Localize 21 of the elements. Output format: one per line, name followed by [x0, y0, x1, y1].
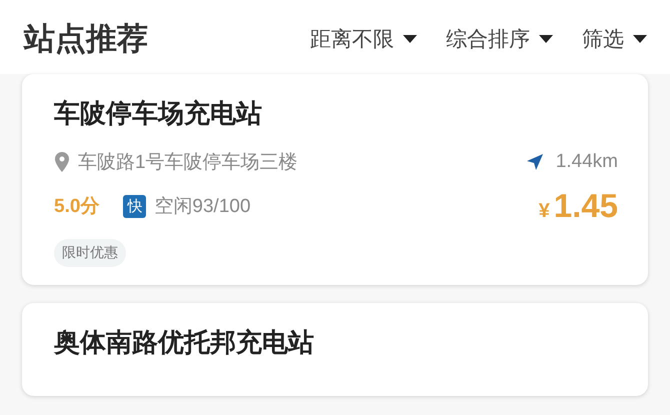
caret-icon: [632, 34, 648, 44]
charge-type-badge: 快: [123, 194, 146, 218]
filter-dropdown[interactable]: 筛选: [582, 25, 648, 53]
distance: 1.44km: [556, 151, 618, 173]
rating: 5.0分: [54, 195, 100, 219]
location-pin-icon: [54, 152, 70, 172]
price: 1.45: [554, 187, 618, 225]
caret-icon: [538, 34, 554, 44]
filter-dropdown[interactable]: 综合排序: [446, 25, 554, 53]
station-name: 车陂停车场充电站: [54, 97, 263, 130]
availability: 空闲93/100: [154, 195, 251, 219]
station-card[interactable]: 车陂停车场充电站 车陂路1号车陂停车场三楼 1.44km 5.0分 快 空闲93/100 ¥1.45 限时优惠: [22, 74, 648, 285]
promo-tag: 限时优惠: [54, 239, 126, 267]
filter-dropdown[interactable]: 距离不限: [310, 25, 418, 53]
caret-icon: [402, 34, 418, 44]
navigation-arrow-icon: [526, 153, 544, 171]
station-address: 车陂路1号车陂停车场三楼: [78, 151, 298, 175]
section-title: 站点推荐: [24, 20, 148, 58]
currency-symbol: ¥: [538, 200, 550, 223]
station-name: 奥体南路优托邦充电站: [54, 326, 315, 359]
station-card[interactable]: 奥体南路优托邦充电站: [22, 303, 648, 396]
